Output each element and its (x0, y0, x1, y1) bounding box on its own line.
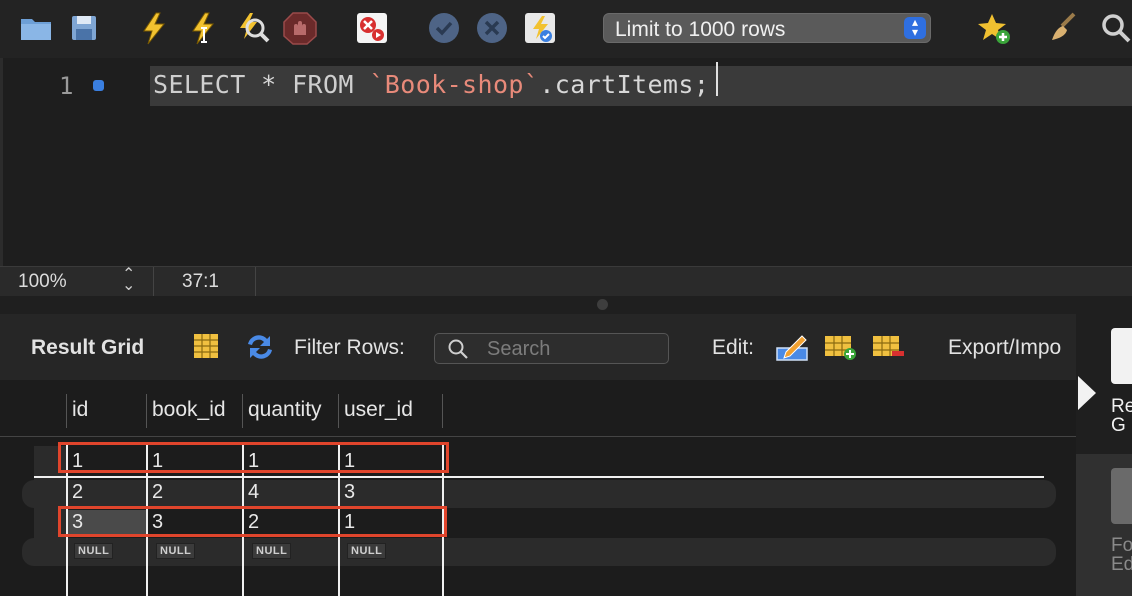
column-divider[interactable] (146, 394, 147, 428)
autocommit-icon[interactable] (522, 10, 558, 46)
null-badge[interactable]: NULL (74, 543, 114, 559)
open-folder-icon[interactable] (18, 10, 54, 46)
editor-status-bar: 100% ⌃ ⌄ 37:1 (0, 266, 1132, 297)
column-divider[interactable] (442, 394, 443, 428)
splitter-handle[interactable] (597, 299, 608, 310)
cell-user-id[interactable]: 3 (344, 481, 355, 504)
cell-id[interactable]: 2 (72, 481, 83, 504)
result-grid-title: Result Grid (31, 336, 145, 359)
column-header-book-id[interactable]: book_id (152, 398, 226, 422)
column-divider[interactable] (66, 394, 67, 428)
find-icon[interactable] (1098, 10, 1132, 46)
text-cursor (716, 62, 718, 96)
selected-tab-arrow-icon (1078, 376, 1096, 410)
add-snippet-icon[interactable] (976, 10, 1012, 46)
column-divider[interactable] (242, 394, 243, 428)
toggle-stop-on-error-icon[interactable] (354, 10, 390, 46)
delete-row-icon[interactable] (870, 330, 906, 364)
filter-search-box[interactable] (434, 333, 669, 364)
cell-book-id[interactable]: 2 (152, 481, 163, 504)
edit-label: Edit: (712, 336, 755, 359)
side-tab-label: Re (1111, 396, 1132, 417)
row-guide-line (34, 476, 1044, 478)
main-toolbar: Limit to 1000 rows ▴ ▾ (0, 0, 1132, 58)
side-tab-label: Ed (1111, 554, 1132, 575)
result-grid: id book_id quantity user_id 1 1 1 1 2 2 … (0, 380, 1076, 596)
statement-marker-icon (93, 80, 104, 91)
null-badge[interactable]: NULL (156, 543, 196, 559)
sql-editor[interactable]: 1 SELECT * FROM `Book-shop`.cartItems; (0, 58, 1132, 266)
add-row-icon[interactable] (822, 330, 858, 364)
pane-splitter[interactable] (0, 296, 1132, 314)
highlight-box-row-3 (58, 506, 447, 537)
sql-statement[interactable]: SELECT * FROM `Book-shop`.cartItems; (153, 70, 709, 99)
table-row[interactable] (22, 480, 1056, 508)
column-header-id[interactable]: id (72, 398, 88, 422)
commit-icon[interactable] (426, 10, 462, 46)
column-toggle-icon[interactable] (190, 330, 226, 364)
export-import-label[interactable]: Export/Impo (948, 336, 1061, 360)
header-divider (0, 436, 1076, 437)
side-tab-label: G (1111, 415, 1126, 436)
limit-rows-select[interactable]: Limit to 1000 rows ▴ ▾ (603, 13, 931, 43)
cursor-position: 37:1 (182, 271, 219, 292)
zoom-stepper-icon[interactable]: ⌃ ⌄ (122, 267, 135, 294)
status-divider (255, 267, 256, 297)
result-toolbar: Result Grid Filter Rows: Edit: Export/Im… (0, 314, 1076, 380)
save-icon[interactable] (66, 10, 102, 46)
rollback-icon[interactable] (474, 10, 510, 46)
stop-icon[interactable] (282, 10, 318, 46)
current-line-highlight: SELECT * FROM `Book-shop`.cartItems; (150, 66, 1132, 106)
status-divider (153, 267, 154, 297)
side-tab-result-grid[interactable]: Re G (1076, 314, 1132, 454)
execute-current-icon[interactable] (185, 10, 221, 46)
highlight-box-row-1 (58, 442, 449, 473)
result-grid-view-icon (1111, 328, 1132, 384)
chevron-up-down-icon: ▴ ▾ (904, 16, 926, 39)
limit-rows-label: Limit to 1000 rows (615, 18, 786, 41)
search-icon (448, 339, 468, 359)
beautify-icon[interactable] (1046, 10, 1082, 46)
side-tab-form-editor[interactable]: Fo Ed (1076, 454, 1132, 596)
side-tab-label: Fo (1111, 535, 1132, 556)
explain-icon[interactable] (234, 10, 270, 46)
side-panel: Re G Fo Ed (1076, 314, 1132, 596)
null-badge[interactable]: NULL (252, 543, 292, 559)
column-header-quantity[interactable]: quantity (248, 398, 322, 422)
edit-cell-icon[interactable] (774, 330, 810, 364)
column-divider[interactable] (338, 394, 339, 428)
refresh-icon[interactable] (242, 330, 278, 364)
line-number: 1 (59, 72, 74, 100)
form-editor-icon (1111, 468, 1132, 524)
column-header-user-id[interactable]: user_id (344, 398, 413, 422)
cell-quantity[interactable]: 4 (248, 481, 259, 504)
search-input[interactable] (485, 337, 664, 361)
filter-rows-label: Filter Rows: (294, 336, 405, 359)
null-badge[interactable]: NULL (347, 543, 387, 559)
execute-icon[interactable] (136, 10, 172, 46)
zoom-level: 100% (18, 271, 67, 292)
